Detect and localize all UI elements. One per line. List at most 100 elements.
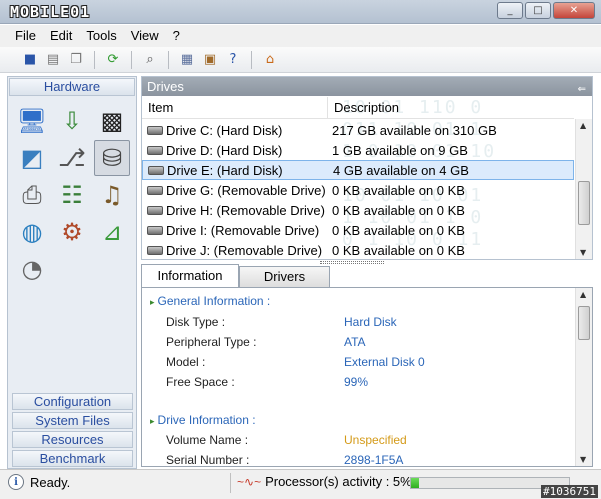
sidebar-header-hardware[interactable]: Hardware	[9, 78, 135, 96]
column-description[interactable]: Description	[328, 97, 399, 118]
drive-description: 1 GB available on 9 GB	[332, 142, 468, 158]
printer-icon[interactable]: ⎙	[14, 177, 50, 213]
drives-panel-header: Drives ⇐	[142, 77, 592, 96]
gauge-icon[interactable]: ◔	[14, 251, 50, 287]
menu-view[interactable]: View	[124, 25, 166, 47]
drive-item: Drive J: (Removable Drive)	[166, 242, 323, 258]
sidebar-benchmark[interactable]: Benchmark	[12, 450, 133, 467]
print-icon[interactable]: ▤	[43, 50, 63, 70]
section-drive-information[interactable]: ▸ Drive Information :	[150, 413, 256, 427]
refresh-icon[interactable]: ⟳	[103, 50, 123, 70]
monitor-icon[interactable]: 🖥	[14, 103, 50, 139]
prop-value: Unspecified	[344, 433, 407, 447]
copy-icon[interactable]: ❐	[66, 50, 86, 70]
drive-row[interactable]: Drive D: (Hard Disk) 1 GB available on 9 …	[142, 140, 574, 160]
drive-row[interactable]: Drive C: (Hard Disk) 217 GB available on …	[142, 120, 574, 140]
toolbar-separator	[94, 50, 95, 69]
sidebar-resources[interactable]: Resources	[12, 431, 133, 448]
usb-icon[interactable]: ⎇	[54, 140, 90, 176]
report-icon[interactable]: ▦	[177, 50, 197, 70]
help-icon[interactable]: ?	[223, 50, 243, 70]
menu-help[interactable]: ?	[166, 25, 187, 47]
removable-drive-icon	[147, 205, 163, 215]
hardware-icon-grid: 🖥 ⇩ ▩ ◩ ⎇ ⛁ ⎙ ☷ ♫ ◍ ⚙ ⊿ ◔	[8, 97, 136, 293]
hard-disk-icon	[148, 165, 164, 175]
tab-drivers[interactable]: Drivers	[239, 266, 330, 288]
drive-icon[interactable]: ⛁	[94, 140, 130, 176]
drives-title: Drives	[147, 79, 184, 94]
close-button[interactable]: ✕	[553, 2, 595, 19]
maximize-button[interactable]: □	[525, 2, 551, 19]
display-settings-icon[interactable]: ◩	[14, 140, 50, 176]
section-title: Drive Information :	[157, 413, 256, 427]
removable-drive-icon	[147, 185, 163, 195]
power-icon[interactable]: ⊿	[94, 214, 130, 250]
sidebar-configuration[interactable]: Configuration	[12, 393, 133, 410]
scroll-up-icon[interactable]: ▲	[580, 290, 586, 299]
sidebar-system-files[interactable]: System Files	[12, 412, 133, 429]
drives-panel: Drives ⇐ 10 01 110 0 011 10 01 11 0 10 01…	[141, 76, 593, 260]
hard-disk-icon	[147, 145, 163, 155]
prop-value: External Disk 0	[344, 355, 425, 369]
activity-icon: ~∿~	[237, 474, 262, 489]
prop-value: ATA	[344, 335, 366, 349]
drive-item: Drive E: (Hard Disk)	[167, 162, 283, 178]
drive-row[interactable]: Drive G: (Removable Drive) 0 KB available…	[142, 180, 574, 200]
info-scrollbar[interactable]: ▲ ▼	[575, 288, 592, 466]
watermark: #1036751	[541, 485, 598, 498]
install-icon[interactable]: ⇩	[54, 103, 90, 139]
search-icon[interactable]: ⌕	[140, 50, 160, 70]
drive-row[interactable]: Drive J: (Removable Drive) 0 KB available…	[142, 240, 574, 260]
drive-row[interactable]: Drive H: (Removable Drive) 0 KB available…	[142, 200, 574, 220]
column-item[interactable]: Item	[142, 97, 328, 118]
drives-list: Drive C: (Hard Disk) 217 GB available on …	[142, 120, 574, 260]
minimize-button[interactable]: _	[497, 2, 523, 19]
removable-drive-icon	[147, 245, 163, 255]
home-icon[interactable]: ⌂	[260, 50, 280, 70]
status-separator	[230, 473, 231, 493]
prop-label: Free Space :	[166, 375, 235, 389]
menu-edit[interactable]: Edit	[43, 25, 79, 47]
scroll-up-icon[interactable]: ▲	[580, 121, 586, 130]
information-panel: ▸ General Information : Disk Type : Hard …	[141, 287, 593, 467]
title-bar: MOBILE01 _ □ ✕	[0, 0, 601, 24]
devices-icon[interactable]: ⚙	[54, 214, 90, 250]
drive-row-selected[interactable]: Drive E: (Hard Disk) 4 GB available on 4 …	[142, 160, 574, 180]
drive-description: 4 GB available on 4 GB	[333, 162, 469, 178]
network-icon[interactable]: ☷	[54, 177, 90, 213]
prop-value: Hard Disk	[344, 315, 397, 329]
drive-description: 0 KB available on 0 KB	[332, 242, 465, 258]
menu-tools[interactable]: Tools	[79, 25, 123, 47]
scroll-down-icon[interactable]: ▼	[580, 455, 586, 464]
menu-bar: File Edit Tools View ?	[0, 25, 601, 47]
toolbar: ■ ▤ ❐ ⟳ ⌕ ▦ ▣ ? ⌂	[0, 47, 601, 73]
audio-icon[interactable]: ♫	[94, 177, 130, 213]
expand-icon[interactable]: ▸	[150, 297, 155, 307]
globe-icon[interactable]: ◍	[14, 214, 50, 250]
export-icon[interactable]: ▣	[200, 50, 220, 70]
pin-icon[interactable]: ⇐	[578, 80, 586, 99]
drive-row[interactable]: Drive I: (Removable Drive) 0 KB available…	[142, 220, 574, 240]
toolbar-separator	[251, 50, 252, 69]
prop-label: Volume Name :	[166, 433, 249, 447]
prop-value: 99%	[344, 375, 369, 389]
drive-description: 0 KB available on 0 KB	[332, 182, 465, 198]
drive-description: 0 KB available on 0 KB	[332, 222, 465, 238]
section-general-information[interactable]: ▸ General Information :	[150, 294, 270, 308]
scroll-thumb[interactable]	[578, 181, 590, 225]
scroll-thumb[interactable]	[578, 306, 590, 340]
tab-information[interactable]: Information	[141, 264, 239, 288]
drives-scrollbar[interactable]: ▲ ▼	[575, 119, 592, 259]
prop-label: Peripheral Type :	[166, 335, 257, 349]
status-text: Ready.	[30, 474, 71, 490]
save-icon[interactable]: ■	[20, 50, 40, 70]
scroll-down-icon[interactable]: ▼	[580, 248, 586, 257]
prop-label: Disk Type :	[166, 315, 226, 329]
menu-file[interactable]: File	[8, 25, 43, 47]
drive-item: Drive H: (Removable Drive)	[166, 202, 325, 218]
chip-icon[interactable]: ▩	[94, 103, 130, 139]
drive-item: Drive G: (Removable Drive)	[166, 182, 326, 198]
progress-fill	[411, 478, 419, 488]
prop-label: Serial Number :	[166, 453, 250, 467]
expand-icon[interactable]: ▸	[150, 416, 155, 426]
